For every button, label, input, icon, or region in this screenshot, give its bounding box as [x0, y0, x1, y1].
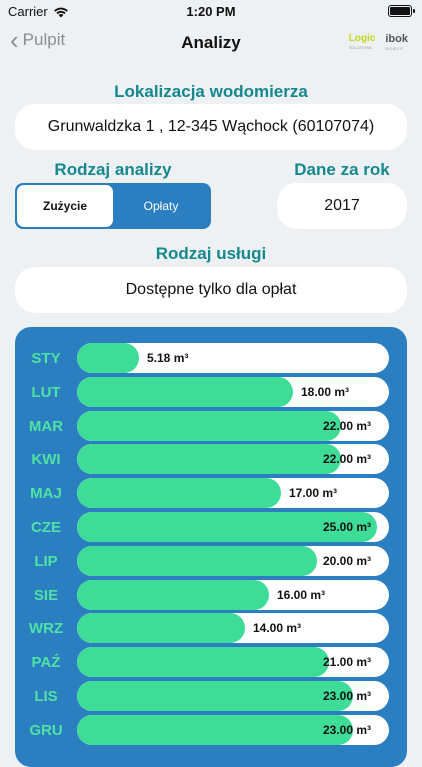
bar-track: 23.00 m³ — [77, 714, 389, 745]
ibok-logo: ibok MOBILE — [385, 33, 408, 52]
chart-row: LIP 20.00 m³ — [15, 545, 407, 576]
bar-track: 5.18 m³ — [77, 343, 389, 373]
bar — [77, 579, 269, 610]
chart-row: PAŹ 21.00 m³ — [15, 647, 407, 678]
bar-track: 20.00 m³ — [77, 545, 389, 576]
consumption-chart: STY 5.18 m³ LUT 18.00 m³ MAR 22.00 m³ KWI 22.00… — [15, 327, 407, 767]
bar — [77, 681, 353, 711]
bar — [77, 376, 293, 407]
chart-row: LIS 23.00 m³ — [15, 681, 407, 711]
segment-zuzycie[interactable]: Zużycie — [17, 185, 113, 227]
service-type-label: Rodzaj usługi — [155, 244, 267, 263]
bar-track: 17.00 m³ — [77, 478, 389, 509]
bar-track: 22.00 m³ — [77, 444, 389, 475]
bar-track: 21.00 m³ — [77, 647, 389, 678]
month-label: LIP — [34, 552, 58, 570]
logic-logo: Logic SOLUTIONS — [348, 33, 376, 51]
bar-track: 14.00 m³ — [77, 613, 389, 644]
status-bar: Carrier 1:20 PM — [0, 0, 422, 24]
month-label: KWI — [31, 451, 61, 469]
location-label: Lokalizacja wodomierza — [114, 82, 308, 101]
chart-row: SIE 16.00 m³ — [15, 579, 407, 610]
bar — [77, 714, 353, 745]
bar-track: 22.00 m³ — [77, 410, 389, 441]
analysis-type-label: Rodzaj analizy — [54, 160, 172, 179]
bar-value-label: 22.00 m³ — [323, 418, 372, 433]
bar-track: 16.00 m³ — [77, 579, 389, 610]
bar — [77, 343, 139, 373]
navigation-bar: ‹ Pulpit Analizy Logic SOLUTIONS ibok MO… — [0, 24, 422, 64]
year-selector[interactable]: 2017 — [277, 183, 407, 229]
month-label: MAJ — [30, 485, 62, 503]
month-label: MAR — [28, 417, 64, 435]
bar-value-label: 17.00 m³ — [289, 486, 338, 501]
service-type-selector[interactable]: Dostępne tylko dla opłat — [15, 267, 407, 313]
bar-value-label: 16.00 m³ — [277, 587, 326, 602]
location-selector[interactable]: Grunwaldzka 1 , 12-345 Wąchock (60107074… — [15, 104, 407, 150]
bar-track: 25.00 m³ — [77, 512, 389, 542]
year-label: Dane za rok — [294, 160, 390, 179]
chart-row: LUT 18.00 m³ — [15, 376, 407, 407]
chart-row: KWI 22.00 m³ — [15, 444, 407, 475]
logos: Logic SOLUTIONS ibok MOBILE — [349, 34, 408, 54]
bar — [77, 545, 317, 576]
month-label: SIE — [33, 586, 59, 604]
bar-value-label: 5.18 m³ — [147, 351, 189, 365]
bar-value-label: 25.00 m³ — [323, 520, 372, 534]
battery-icon — [388, 5, 415, 17]
chart-row: MAJ 17.00 m³ — [15, 478, 407, 509]
bar-track: 18.00 m³ — [77, 376, 389, 407]
bar-value-label: 23.00 m³ — [323, 689, 372, 703]
month-label: LIS — [34, 688, 58, 705]
chart-row: GRU 23.00 m³ — [15, 714, 407, 745]
month-label: STY — [31, 350, 61, 367]
bar — [77, 444, 341, 475]
chart-row: CZE 25.00 m³ — [15, 512, 407, 542]
chart-row: MAR 22.00 m³ — [15, 410, 407, 441]
bar-value-label: 18.00 m³ — [301, 384, 350, 399]
bar — [77, 478, 281, 509]
month-label: CZE — [31, 519, 61, 536]
month-label: GRU — [29, 721, 63, 739]
bar-value-label: 21.00 m³ — [323, 655, 372, 670]
bar-value-label: 22.00 m³ — [323, 452, 372, 467]
status-time: 1:20 PM — [186, 4, 236, 19]
segment-oplaty[interactable]: Opłaty — [113, 185, 209, 227]
chart-row: WRZ 14.00 m³ — [15, 613, 407, 644]
bar-value-label: 14.00 m³ — [253, 621, 302, 636]
bar — [77, 613, 245, 644]
chart-row: STY 5.18 m³ — [15, 343, 407, 373]
analysis-type-segmented-control: Zużycie Opłaty — [15, 183, 211, 229]
month-label: LUT — [31, 383, 61, 401]
bar-value-label: 23.00 m³ — [323, 722, 372, 737]
bar — [77, 647, 329, 678]
bar-track: 23.00 m³ — [77, 681, 389, 711]
month-label: WRZ — [28, 620, 64, 638]
month-label: PAŹ — [31, 654, 61, 672]
bar-value-label: 20.00 m³ — [323, 553, 372, 568]
bar — [77, 410, 341, 441]
